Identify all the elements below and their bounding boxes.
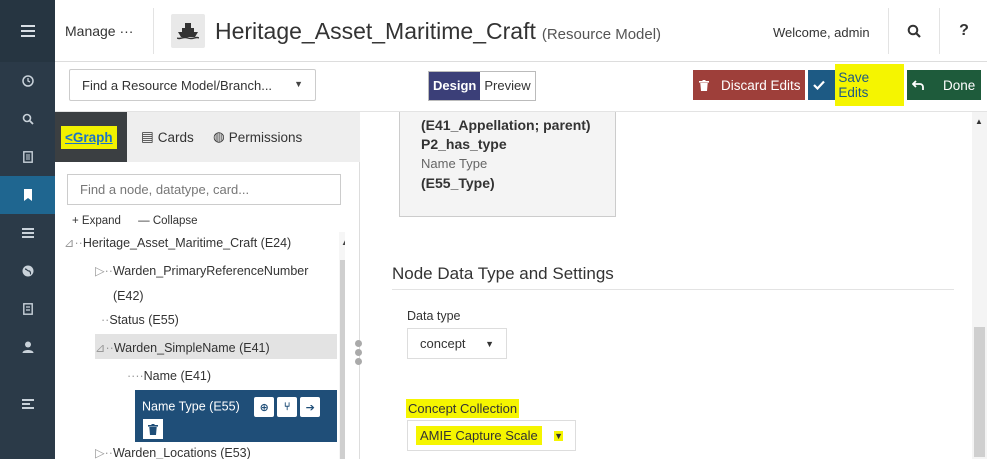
design-preview-toggle: Design Preview: [428, 71, 536, 101]
cards-icon: ▤: [141, 129, 154, 144]
concept-collection-value: AMIE Capture Scale: [416, 426, 542, 445]
tab-permissions[interactable]: ◍ Permissions: [213, 112, 302, 162]
file-icon[interactable]: [0, 290, 55, 328]
preview-tab[interactable]: Preview: [480, 72, 535, 100]
datatype-select[interactable]: concept ▼: [407, 328, 507, 359]
save-edits-button[interactable]: Save Edits: [808, 64, 904, 106]
welcome-text[interactable]: Welcome, admin: [773, 25, 870, 40]
resize-grip-icon[interactable]: [355, 340, 365, 370]
scroll-up-icon[interactable]: ▲: [341, 238, 345, 247]
add-child-icon[interactable]: ⊕: [254, 397, 275, 417]
tab-graph-label: <Graph: [61, 125, 117, 149]
card-line: (E55_Type): [421, 175, 495, 191]
search-button[interactable]: [891, 8, 937, 54]
scrollbar-thumb[interactable]: [974, 327, 985, 457]
active-node-label: Name Type (E55): [142, 399, 240, 414]
node-search-input[interactable]: Find a node, datatype, card...: [67, 174, 341, 205]
app-header: Manage ··· Heritage_Asset_Maritime_Craft…: [55, 0, 987, 62]
clock-icon[interactable]: [0, 62, 55, 100]
node-search-placeholder: Find a node, datatype, card...: [80, 182, 250, 197]
concept-collection-label: Concept Collection: [406, 399, 520, 418]
save-label: Save Edits: [835, 64, 904, 106]
align-icon[interactable]: [0, 385, 55, 423]
check-icon: [808, 70, 829, 100]
card-line: Name Type: [421, 156, 488, 171]
caret-down-icon: ▼: [554, 431, 563, 441]
scrollbar-thumb[interactable]: [340, 260, 345, 459]
resource-model-finder[interactable]: Find a Resource Model/Branch... ▼: [69, 69, 316, 101]
node-info-card: (E41_Appellation; parent) P2_has_type Na…: [399, 112, 616, 217]
model-name: Heritage_Asset_Maritime_Craft: [215, 18, 536, 44]
divider: [392, 289, 954, 290]
finder-placeholder: Find a Resource Model/Branch...: [82, 78, 273, 93]
ship-icon: [171, 14, 205, 48]
done-label: Done: [943, 77, 976, 93]
share-icon: <: [65, 129, 73, 145]
editor-toolbar: Find a Resource Model/Branch... ▼ Design…: [55, 62, 987, 112]
discard-edits-button[interactable]: Discard Edits: [693, 70, 805, 100]
node-editor: (E41_Appellation; parent) P2_has_type Na…: [366, 112, 987, 459]
nav-rail: [0, 0, 55, 459]
delete-node-icon[interactable]: [143, 419, 163, 439]
model-type: (Resource Model): [541, 26, 662, 43]
caret-down-icon: ▼: [294, 79, 303, 89]
globe-icon[interactable]: [0, 252, 55, 290]
tree-node-active[interactable]: Name Type (E55) ⊕ ⑂ ➔: [135, 390, 337, 442]
page-title: Heritage_Asset_Maritime_Craft (Resource M…: [215, 18, 661, 45]
help-button[interactable]: ?: [941, 8, 987, 54]
tree-node[interactable]: ▷··Warden_PrimaryReferenceNumber: [95, 263, 308, 278]
done-button[interactable]: Done: [907, 70, 981, 100]
branch-icon[interactable]: ⑂: [277, 397, 298, 417]
header-divider: [888, 8, 889, 54]
tree-node[interactable]: ··Status (E55): [101, 313, 179, 327]
tree-node-selected-parent[interactable]: ⊿··Warden_SimpleName (E41): [95, 334, 337, 359]
datatype-value: concept: [420, 336, 466, 351]
lock-icon: ◍: [213, 129, 225, 144]
graph-tree: ⊿··Heritage_Asset_Maritime_Craft (E24) ▷…: [55, 232, 345, 459]
panel-tabs: <Graph ▤ Cards ◍ Permissions: [55, 112, 360, 162]
node-actions: ⊕ ⑂ ➔: [251, 397, 321, 417]
header-divider: [153, 8, 154, 54]
menu-icon[interactable]: [0, 0, 55, 62]
tree-scrollbar[interactable]: ▲: [339, 232, 345, 459]
document-icon[interactable]: [0, 138, 55, 176]
bookmark-icon[interactable]: [0, 176, 55, 214]
search-icon[interactable]: [0, 100, 55, 138]
design-tab[interactable]: Design: [429, 72, 481, 100]
expand-button[interactable]: + Expand: [72, 215, 121, 227]
collapse-button[interactable]: — Collapse: [138, 215, 197, 227]
tab-graph[interactable]: <Graph: [55, 112, 127, 162]
graph-panel: <Graph ▤ Cards ◍ Permissions Find a node, …: [55, 112, 360, 459]
tab-cards-label: Cards: [157, 129, 194, 145]
concept-collection-select[interactable]: AMIE Capture Scale ▼: [407, 420, 576, 451]
section-title: Node Data Type and Settings: [392, 264, 614, 283]
list-icon[interactable]: [0, 214, 55, 252]
card-line: (E41_Appellation; parent): [421, 117, 591, 133]
expand-collapse-controls: + Expand — Collapse: [72, 215, 212, 227]
tree-node[interactable]: ▷··Warden_Locations (E53): [95, 445, 251, 459]
header-divider: [939, 8, 940, 54]
arrow-right-icon[interactable]: ➔: [300, 397, 321, 417]
tab-permissions-label: Permissions: [228, 129, 303, 145]
user-icon[interactable]: [0, 328, 55, 366]
discard-label: Discard Edits: [721, 77, 801, 93]
card-line: P2_has_type: [421, 136, 507, 152]
caret-down-icon: ▼: [485, 339, 494, 349]
scroll-up-icon[interactable]: ▲: [975, 117, 983, 126]
tree-node[interactable]: ····Name (E41): [127, 369, 211, 383]
manage-menu[interactable]: Manage ···: [65, 23, 133, 39]
search-icon: [907, 24, 921, 38]
tab-cards[interactable]: ▤ Cards: [141, 112, 194, 162]
main-scrollbar[interactable]: ▲: [972, 112, 987, 459]
undo-icon: [907, 70, 929, 100]
datatype-label: Data type: [407, 309, 461, 323]
tree-node-continuation: (E42): [113, 289, 144, 303]
tree-node-root[interactable]: ⊿··Heritage_Asset_Maritime_Craft (E24): [64, 235, 291, 250]
trash-icon: [693, 70, 715, 100]
